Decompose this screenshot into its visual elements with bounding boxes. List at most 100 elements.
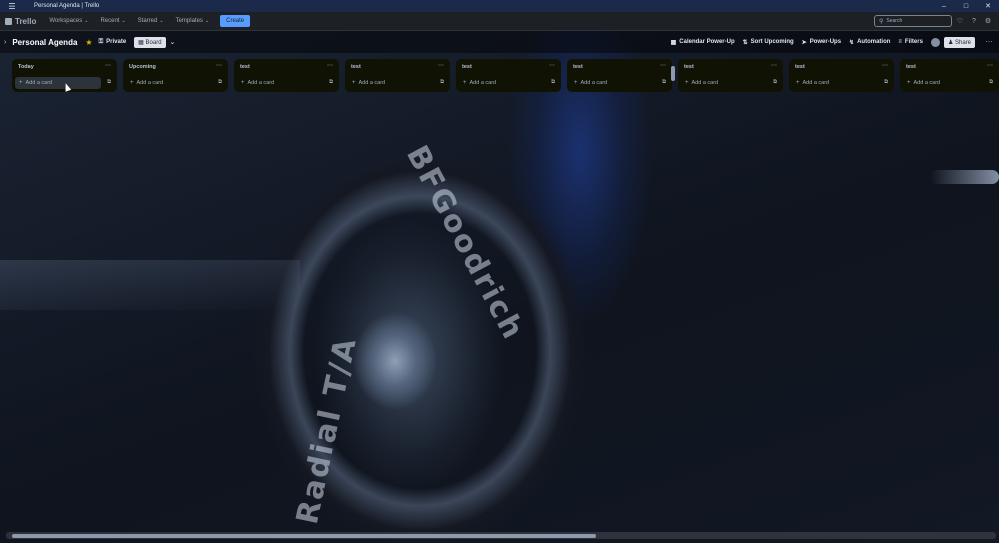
nav-templates-button[interactable]: Templates ⌄ <box>171 16 215 26</box>
chevron-down-icon: ⌄ <box>204 18 210 24</box>
list-menu-icon[interactable]: ⋯ <box>327 62 333 69</box>
window-title: Personal Agenda | Trello <box>34 3 100 9</box>
create-button[interactable]: Create <box>220 15 251 27</box>
card-template-icon[interactable]: ⧉ <box>989 79 993 86</box>
add-card-button[interactable]: + Add a card <box>126 77 212 89</box>
list-menu-icon[interactable]: ⋯ <box>987 62 993 69</box>
list-title[interactable]: test <box>573 64 583 70</box>
list: test ⋯ + Add a card ⧉ <box>900 59 999 92</box>
hamburger-menu-icon[interactable]: ☰ <box>0 2 24 11</box>
list-scrollbar[interactable] <box>671 66 675 81</box>
powerups-button[interactable]: ➤ Power-Ups <box>802 39 841 46</box>
add-card-label: Add a card <box>913 80 941 86</box>
search-input[interactable]: ⚲ Search <box>874 15 952 27</box>
list: test ⋯ + Add a card ⧉ <box>789 59 894 92</box>
close-icon[interactable]: ✕ <box>977 2 999 10</box>
plus-icon: + <box>463 80 467 86</box>
trello-logo[interactable]: Trello <box>5 17 36 26</box>
add-card-button[interactable]: + Add a card <box>681 77 767 89</box>
add-card-button[interactable]: + Add a card <box>903 77 989 89</box>
maximize-icon[interactable]: □ <box>955 3 977 10</box>
board-title[interactable]: Personal Agenda <box>12 38 77 47</box>
chevron-down-icon: ⌄ <box>84 18 89 24</box>
help-icon[interactable]: ? <box>968 18 980 25</box>
list: test ⋯ + Add a card ⧉ <box>456 59 561 92</box>
search-placeholder: Search <box>886 18 903 24</box>
nav-recent-button[interactable]: Recent ⌄ <box>95 16 130 26</box>
list-menu-icon[interactable]: ⋯ <box>105 62 111 69</box>
add-card-button[interactable]: + Add a card <box>570 77 656 89</box>
gear-icon[interactable]: ⚙ <box>982 17 994 25</box>
add-card-label: Add a card <box>358 80 386 86</box>
sort-upcoming-button[interactable]: ⇅ Sort Upcoming <box>743 39 794 46</box>
list: test ⋯ + Add a card ⧉ <box>345 59 450 92</box>
add-card-button[interactable]: + Add a card <box>459 77 545 89</box>
bell-icon[interactable]: ♡ <box>954 17 966 25</box>
list-menu-icon[interactable]: ⋯ <box>882 62 888 69</box>
list-title[interactable]: test <box>351 64 361 70</box>
calendar-powerup-button[interactable]: ▦ Calendar Power-Up <box>671 39 735 46</box>
card-template-icon[interactable]: ⧉ <box>329 79 333 86</box>
list: Upcoming ⋯ + Add a card ⧉ <box>123 59 228 92</box>
list-title[interactable]: test <box>906 64 916 70</box>
lock-icon: ⚿ <box>98 38 104 45</box>
sidebar-toggle-icon[interactable]: › <box>4 39 6 46</box>
nav-label: Workspaces <box>49 18 83 24</box>
plus-icon: + <box>130 80 134 86</box>
card-template-icon[interactable]: ⧉ <box>218 79 222 86</box>
board-view-label: Board <box>145 39 162 46</box>
share-button[interactable]: ♟ Share <box>943 36 975 48</box>
list-title[interactable]: test <box>240 64 250 70</box>
logo-text: Trello <box>15 16 37 26</box>
card-template-icon[interactable]: ⧉ <box>884 79 888 86</box>
card-template-icon[interactable]: ⧉ <box>662 79 666 86</box>
add-card-button[interactable]: + Add a card <box>237 77 323 89</box>
add-card-button[interactable]: + Add a card <box>15 77 101 89</box>
add-card-button[interactable]: + Add a card <box>792 77 878 89</box>
card-template-icon[interactable]: ⧉ <box>551 79 555 86</box>
list-title[interactable]: test <box>684 64 694 70</box>
list-menu-icon[interactable]: ⋯ <box>771 62 777 69</box>
window-titlebar: ☰ Personal Agenda | Trello – □ ✕ <box>0 0 999 12</box>
chevron-down-icon: ⌄ <box>159 18 164 24</box>
filter-icon: ≡ <box>898 39 902 45</box>
plus-icon: + <box>796 80 800 86</box>
list: test ⋯ + Add a card ⧉ <box>567 59 672 92</box>
nav-workspaces-button[interactable]: Workspaces ⌄ <box>44 16 93 26</box>
search-icon: ⚲ <box>879 18 884 25</box>
list-title[interactable]: Upcoming <box>129 64 156 70</box>
star-icon[interactable]: ★ <box>85 38 92 47</box>
lightning-icon: ↯ <box>849 39 855 46</box>
nav-label: Starred <box>137 18 158 24</box>
list-menu-icon[interactable]: ⋯ <box>660 62 666 69</box>
add-card-label: Add a card <box>469 80 497 86</box>
card-template-icon[interactable]: ⧉ <box>107 79 111 86</box>
horizontal-scrollbar-thumb[interactable] <box>12 534 596 538</box>
filters-label: Filters <box>904 39 923 45</box>
filters-button[interactable]: ≡ Filters <box>898 39 923 45</box>
share-label: Share <box>954 39 971 46</box>
plus-icon: + <box>907 80 911 86</box>
calendar-icon: ▦ <box>670 39 677 46</box>
list-title[interactable]: test <box>795 64 805 70</box>
nav-label: Recent <box>100 18 120 24</box>
card-template-icon[interactable]: ⧉ <box>773 79 777 86</box>
add-card-label: Add a card <box>247 80 275 86</box>
automation-button[interactable]: ↯ Automation <box>849 39 890 46</box>
list-title[interactable]: Today <box>18 64 34 70</box>
member-avatar[interactable] <box>930 37 940 47</box>
list-menu-icon[interactable]: ⋯ <box>216 62 222 69</box>
nav-starred-button[interactable]: Starred ⌄ <box>133 16 169 26</box>
list-title[interactable]: test <box>462 64 472 70</box>
minimize-icon[interactable]: – <box>933 3 955 10</box>
background-car-reflection <box>0 260 300 310</box>
chevron-down-icon[interactable]: ⌄ <box>170 38 176 46</box>
board-view-button[interactable]: ▦ Board <box>134 36 166 48</box>
list-menu-icon[interactable]: ⋯ <box>438 62 444 69</box>
add-card-label: Add a card <box>25 80 53 86</box>
card-template-icon[interactable]: ⧉ <box>440 79 444 86</box>
list-menu-icon[interactable]: ⋯ <box>549 62 555 69</box>
visibility-button[interactable]: ⚿ Private <box>99 39 127 46</box>
more-options-icon[interactable]: ⋯ <box>983 38 995 46</box>
add-card-button[interactable]: + Add a card <box>348 77 434 89</box>
